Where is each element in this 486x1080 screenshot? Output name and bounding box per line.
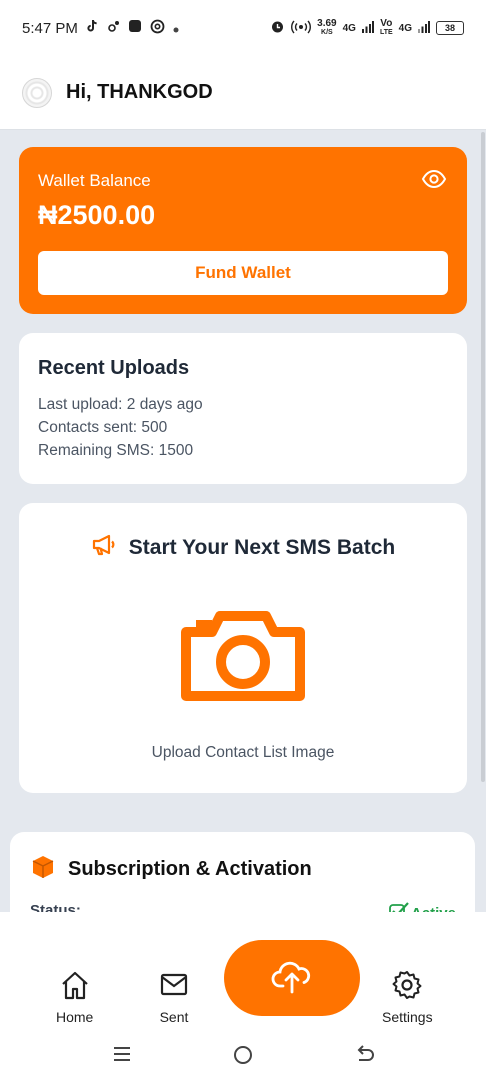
bottom-nav: Home Sent Settings: [0, 912, 486, 1032]
sms-batch-title: Start Your Next SMS Batch: [128, 535, 396, 559]
app-header: Hi, THANKGOD: [0, 56, 486, 130]
wallet-balance-amount: ₦2500.00: [38, 200, 156, 230]
subscription-title: Subscription & Activation: [68, 858, 312, 880]
remaining-sms-text: Remaining SMS: 1500: [38, 442, 194, 459]
signal-icon: [418, 20, 430, 36]
camera-icon[interactable]: [178, 606, 308, 709]
back-icon[interactable]: [354, 1044, 376, 1071]
upload-button[interactable]: [224, 940, 360, 1016]
upload-contact-list-label[interactable]: Upload Contact List Image: [19, 744, 467, 762]
hotspot-icon: [291, 20, 312, 37]
recent-uploads-title: Recent Uploads: [38, 357, 190, 379]
gear-icon: [391, 970, 423, 1003]
nav-home[interactable]: Home: [56, 970, 93, 1025]
mail-icon: [158, 970, 190, 1003]
network-speed-unit: K/S: [321, 29, 333, 36]
megaphone-icon: [91, 533, 117, 562]
home-icon: [59, 970, 91, 1003]
status-time: 5:47 PM: [22, 19, 78, 37]
notification-icon: [107, 20, 120, 37]
system-nav-bar: [0, 1032, 486, 1080]
nav-sent-label: Sent: [159, 1009, 189, 1025]
contacts-sent-text: Contacts sent: 500: [38, 419, 168, 436]
sim2-label: 4G: [398, 22, 412, 34]
tiktok-icon: [86, 19, 99, 37]
fund-wallet-button[interactable]: Fund Wallet: [38, 251, 448, 295]
status-bar: 5:47 PM 3.69 K/S 4G Vo LTE 4G 38: [0, 0, 486, 56]
dot-icon: [173, 20, 179, 37]
eye-icon[interactable]: [421, 168, 447, 195]
alarm-icon: [270, 19, 285, 37]
volte-label: Vo: [380, 18, 393, 29]
sim1-label: 4G: [342, 22, 356, 34]
cloud-upload-icon: [271, 958, 313, 999]
battery-icon: 38: [436, 21, 464, 35]
nav-settings[interactable]: Settings: [382, 970, 433, 1025]
signal-icon: [361, 20, 374, 36]
wallet-balance-label: Wallet Balance: [38, 171, 151, 190]
avatar[interactable]: [22, 77, 52, 108]
nav-settings-label: Settings: [382, 1009, 433, 1025]
scrollbar[interactable]: [481, 132, 485, 782]
network-speed: 3.69: [317, 18, 337, 29]
threads-icon: [150, 19, 165, 38]
app-icon: [128, 19, 142, 37]
recent-uploads-card: Recent Uploads Last upload: 2 days ago C…: [19, 333, 467, 484]
greeting-text: Hi, THANKGOD: [66, 81, 213, 103]
volte-sub-label: LTE: [379, 29, 393, 36]
last-upload-text: Last upload: 2 days ago: [38, 396, 203, 413]
home-circle-icon[interactable]: [232, 1044, 254, 1071]
sms-batch-card: Start Your Next SMS Batch Upload Contact…: [19, 503, 467, 793]
menu-icon[interactable]: [112, 1044, 132, 1069]
box-icon: [30, 854, 56, 885]
nav-home-label: Home: [56, 1009, 94, 1025]
nav-sent[interactable]: Sent: [158, 970, 190, 1025]
